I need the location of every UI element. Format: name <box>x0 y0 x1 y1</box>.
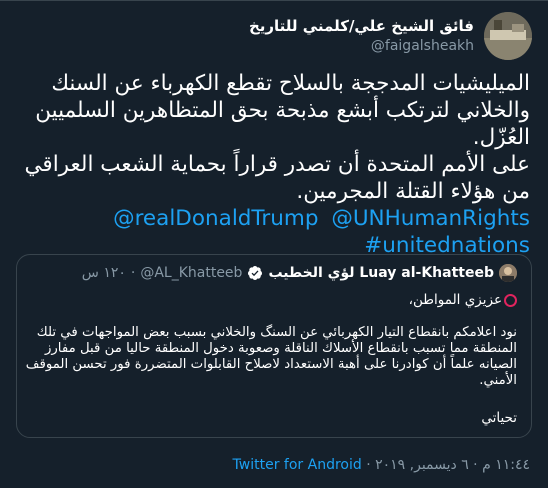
quoted-body: نود اعلامكم بانقطاع التيار الكهربائي عن … <box>25 325 517 389</box>
quoted-separator: · <box>130 265 136 281</box>
author-handle[interactable]: @faigalsheakh <box>249 36 474 56</box>
verified-badge-icon <box>248 266 263 280</box>
quoted-author-handle: @AL_Khatteeb <box>140 265 243 281</box>
quoted-tweet-header: لؤي الخطيب Luay al-Khatteeb @AL_Khatteeb… <box>82 264 517 282</box>
quoted-greeting: عزيزي المواطن، <box>408 292 502 308</box>
tweet-paragraph-1: الميليشيات المدججة بالسلاح تقطع الكهرباء… <box>35 71 530 150</box>
author-avatar[interactable] <box>484 12 532 60</box>
quoted-signoff: تحياتي <box>481 410 517 426</box>
mention-unhumanrights[interactable]: @UNHumanRights <box>331 206 530 231</box>
tweet-source[interactable]: Twitter for Android <box>233 457 362 473</box>
quoted-author-name: لؤي الخطيب Luay al-Khatteeb <box>268 265 494 281</box>
tweet-paragraph-2: على الأمم المتحدة أن تصدر قراراً بحماية … <box>24 152 530 204</box>
tweet-footer: ١١:٤٤ م · ٦ ديسمبر, ٢٠١٩ · Twitter for A… <box>233 457 530 473</box>
quoted-greeting-line: عزيزي المواطن، <box>409 292 517 308</box>
mention-realdonaldtrump[interactable]: @realDonaldTrump <box>113 206 318 231</box>
author-display-name[interactable]: فائق الشيخ علي/كلمني للتاريخ <box>249 16 474 36</box>
quoted-body-text: نود اعلامكم بانقطاع التيار الكهربائي عن … <box>25 325 517 388</box>
quoted-tweet[interactable]: لؤي الخطيب Luay al-Khatteeb @AL_Khatteeb… <box>16 254 532 438</box>
tweet-text: الميليشيات المدججة بالسلاح تقطع الكهرباء… <box>22 70 530 205</box>
top-divider <box>0 0 548 1</box>
quoted-timestamp: ١٢٠ س <box>81 265 126 281</box>
red-circle-icon <box>504 293 517 307</box>
tweet-mentions: @realDonaldTrump @UNHumanRights #unitedn… <box>0 205 530 259</box>
tweet-header: فائق الشيخ علي/كلمني للتاريخ @faigalshea… <box>249 12 532 60</box>
tweet-timestamp[interactable]: ١١:٤٤ م · ٦ ديسمبر, ٢٠١٩ <box>375 457 530 473</box>
footer-separator: · <box>366 457 371 473</box>
quoted-author-avatar <box>499 264 517 282</box>
